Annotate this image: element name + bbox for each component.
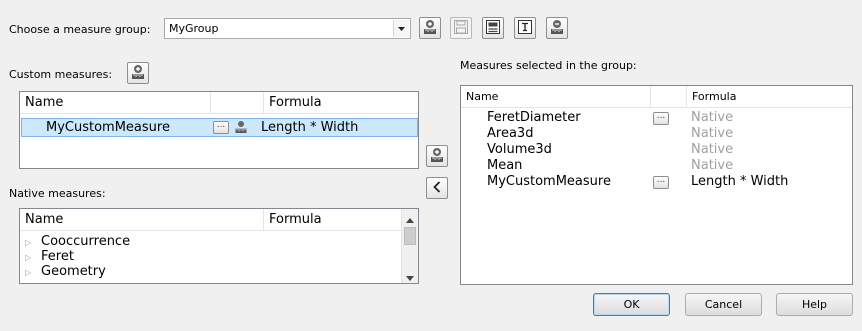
- native-scrollbar[interactable]: [401, 209, 418, 283]
- measure-name: Mean: [487, 158, 523, 173]
- table-row[interactable]: MyCustomMeasure ... Length * Width: [21, 118, 418, 137]
- measure-formula: Native: [691, 126, 734, 141]
- save-icon: [453, 19, 469, 38]
- table-row[interactable]: MyCustomMeasure ... Length * Width: [487, 174, 847, 190]
- ruler-icon: [235, 120, 247, 138]
- custom-table-header: Name Formula: [20, 92, 418, 114]
- help-button[interactable]: Help: [776, 293, 853, 316]
- list-item[interactable]: ▷ Geometry: [25, 265, 130, 280]
- cancel-button[interactable]: Cancel: [685, 293, 762, 316]
- measure-formula: Length * Width: [691, 174, 789, 189]
- chevron-left-icon: [432, 180, 442, 197]
- expand-icon[interactable]: ▷: [25, 236, 41, 250]
- name-column-header[interactable]: Name: [20, 209, 264, 230]
- list-item[interactable]: ▷ Feret: [25, 250, 130, 265]
- ok-label: OK: [623, 298, 640, 311]
- add-measure-icon: [423, 19, 437, 38]
- chevron-down-icon[interactable]: [393, 20, 409, 37]
- text-icon: [517, 19, 533, 38]
- measure-formula: Native: [691, 142, 734, 157]
- measure-name: Area3d: [487, 126, 534, 141]
- expand-icon[interactable]: ▷: [25, 251, 41, 265]
- edit-column-header: [651, 86, 687, 107]
- measure-name: Volume3d: [487, 142, 552, 157]
- measure-group-dropdown[interactable]: MyGroup: [164, 18, 411, 39]
- measure-formula: Native: [691, 110, 734, 125]
- formula-column-header[interactable]: Formula: [264, 209, 401, 230]
- native-tree-items: ▷ Cooccurrence ▷ Feret ▷ Geometry: [25, 235, 130, 280]
- native-table-header: Name Formula: [20, 209, 401, 231]
- choose-group-label: Choose a measure group:: [9, 23, 151, 36]
- edit-column-header: [211, 92, 264, 113]
- selected-measures-label: Measures selected in the group:: [460, 59, 637, 72]
- expand-icon[interactable]: ▷: [25, 266, 41, 280]
- add-to-group-button[interactable]: [426, 145, 448, 167]
- name-column-header[interactable]: Name: [20, 92, 211, 113]
- measure-name: FeretDiameter: [487, 110, 581, 125]
- remove-from-group-button[interactable]: [426, 177, 448, 199]
- selected-table-header: Name Formula: [461, 86, 852, 108]
- delete-measure-icon: [550, 19, 564, 38]
- measure-name: MyCustomMeasure: [46, 120, 170, 135]
- table-row[interactable]: Mean Native: [487, 158, 847, 174]
- ok-button[interactable]: OK: [593, 293, 670, 316]
- custom-measures-table: Name Formula MyCustomMeasure ... Length …: [19, 91, 419, 169]
- selected-measures-table: Name Formula FeretDiameter ... Native Ar…: [460, 85, 853, 285]
- measure-name: MyCustomMeasure: [487, 174, 611, 189]
- edit-formula-button[interactable]: ...: [653, 176, 669, 189]
- custom-measures-label: Custom measures:: [9, 68, 113, 81]
- scroll-up-icon[interactable]: [406, 213, 414, 226]
- scroll-down-icon[interactable]: [406, 271, 414, 283]
- measure-formula: Native: [691, 158, 734, 173]
- help-label: Help: [801, 298, 828, 311]
- add-measure-icon: [430, 147, 444, 166]
- calculator-button[interactable]: [482, 17, 504, 39]
- edit-formula-button[interactable]: ...: [213, 121, 229, 134]
- edit-formula-button[interactable]: ...: [653, 112, 669, 125]
- table-row[interactable]: Area3d Native: [487, 126, 847, 142]
- native-measures-label: Native measures:: [9, 187, 106, 200]
- table-row[interactable]: FeretDiameter ... Native: [487, 110, 847, 126]
- formula-column-header[interactable]: Formula: [687, 86, 852, 107]
- add-measure-button[interactable]: [419, 17, 441, 39]
- delete-measure-button[interactable]: [546, 17, 568, 39]
- add-custom-measure-button[interactable]: [127, 62, 149, 84]
- formula-column-header[interactable]: Formula: [264, 92, 418, 113]
- list-item[interactable]: ▷ Cooccurrence: [25, 235, 130, 250]
- text-button[interactable]: [514, 17, 536, 39]
- measure-formula: Length * Width: [261, 120, 359, 135]
- save-button[interactable]: [450, 17, 472, 39]
- add-measure-icon: [131, 64, 145, 83]
- cancel-label: Cancel: [704, 298, 743, 311]
- scroll-thumb[interactable]: [404, 227, 416, 245]
- measure-group-value: MyGroup: [169, 22, 219, 35]
- calculator-icon: [485, 19, 501, 38]
- name-column-header[interactable]: Name: [461, 86, 651, 107]
- table-row[interactable]: Volume3d Native: [487, 142, 847, 158]
- native-measures-tree: Name Formula ▷ Cooccurrence ▷ Feret ▷ Geome…: [19, 208, 419, 284]
